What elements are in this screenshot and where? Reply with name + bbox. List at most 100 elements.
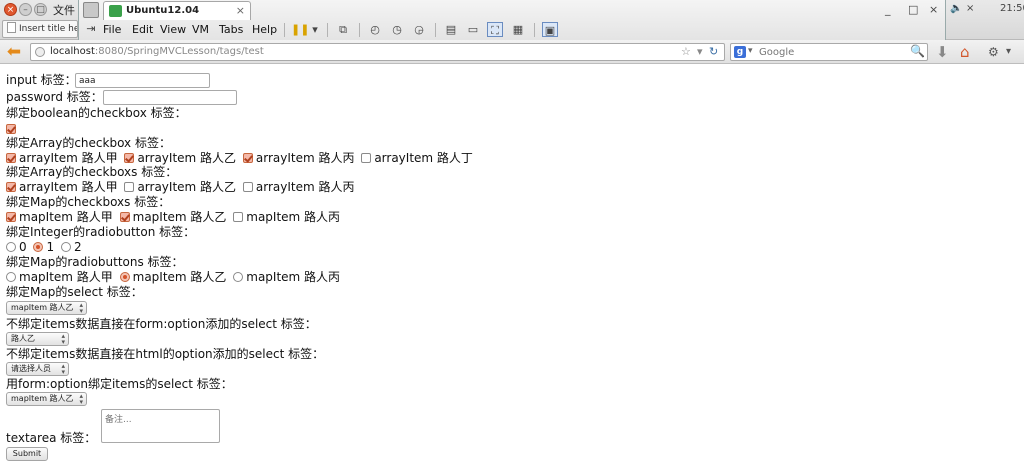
site-identity-icon[interactable] <box>35 47 45 57</box>
address-bar[interactable]: localhost:8080/SpringMVCLesson/tags/test… <box>30 43 725 61</box>
password-label: password 标签： <box>6 90 103 104</box>
integer-radio-group: 0 1 2 <box>6 240 85 254</box>
array-checkbox-1[interactable] <box>6 153 16 163</box>
option-label: arrayItem 路人乙 <box>137 151 237 165</box>
window-maximize-icon[interactable]: □ <box>34 3 47 16</box>
vm-close-icon[interactable]: × <box>929 3 938 16</box>
map-radio-3[interactable] <box>233 272 244 282</box>
select-arrows-icon: ▴ ▾ <box>79 301 83 315</box>
select-arrows-icon: ▴ ▾ <box>79 392 83 406</box>
option-label: arrayItem 路人甲 <box>19 180 118 194</box>
map-checkboxes-label: 绑定Map的checkboxs 标签： <box>6 195 171 209</box>
history-dropdown-icon[interactable]: ▾ <box>697 45 703 58</box>
map-radio-2[interactable] <box>119 272 130 282</box>
window-close-icon[interactable]: × <box>4 3 17 16</box>
outer-editor-tab[interactable]: Insert title here <box>2 20 78 38</box>
vm-minimize-icon[interactable]: _ <box>885 3 891 16</box>
vm-tabstrip: Ubuntu12.04 × _ □ × <box>79 0 945 20</box>
option-label: arrayItem 路人甲 <box>19 151 118 165</box>
array-checkboxes-label: 绑定Array的checkboxs 标签： <box>6 165 178 179</box>
array-checkboxes-1[interactable] <box>6 182 16 192</box>
document-icon <box>7 22 16 33</box>
vm-tab-close-icon[interactable]: × <box>236 2 245 20</box>
map-radio-1[interactable] <box>6 272 16 282</box>
network-icon[interactable]: ⧉ <box>335 22 351 37</box>
menu-tabs[interactable]: Tabs <box>219 23 243 36</box>
option-select[interactable]: 路人乙 ▴ ▾ <box>6 332 69 346</box>
map-select[interactable]: mapItem 路人乙 ▴ ▾ <box>6 301 87 315</box>
items-option-select[interactable]: mapItem 路人乙 ▴ ▾ <box>6 392 87 406</box>
text-input[interactable] <box>75 73 210 88</box>
array-checkboxes-2[interactable] <box>124 182 135 192</box>
download-icon[interactable]: ⬇ <box>936 43 949 61</box>
html-option-select-label: 不绑定items数据直接在html的option添加的select 标签： <box>6 347 325 361</box>
option-label: mapItem 路人甲 <box>19 210 113 224</box>
select-value: 路人乙 <box>11 334 35 343</box>
map-checkbox-1[interactable] <box>6 212 16 222</box>
google-engine-icon[interactable]: g <box>734 46 746 58</box>
array-checkbox-2[interactable] <box>124 153 135 163</box>
option-label: mapItem 路人丙 <box>246 270 341 284</box>
window-minimize-icon[interactable]: – <box>19 3 32 16</box>
items-option-select-label: 用form:option绑定items的select 标签： <box>6 377 233 391</box>
vm-app-icon[interactable] <box>83 2 99 18</box>
integer-radio-0[interactable] <box>6 242 16 252</box>
menu-help[interactable]: Help <box>252 23 277 36</box>
snapshot-icon[interactable]: ◴ <box>367 22 383 37</box>
tray-icon[interactable]: × <box>966 3 974 14</box>
search-bar[interactable]: g ▾ 🔍 <box>730 43 928 61</box>
notes-textarea[interactable] <box>101 409 220 443</box>
select-arrows-icon: ▴ ▾ <box>61 362 65 376</box>
map-checkboxes-group: mapItem 路人甲 mapItem 路人乙 mapItem 路人丙 <box>6 210 343 224</box>
map-radio-group: mapItem 路人甲 mapItem 路人乙 mapItem 路人丙 <box>6 270 343 284</box>
search-icon[interactable]: 🔍 <box>910 44 925 58</box>
integer-radio-2[interactable] <box>60 242 71 252</box>
bookmark-star-icon[interactable]: ☆ <box>681 45 691 58</box>
fullscreen-icon[interactable]: ⛶ <box>487 22 503 37</box>
array-checkbox-4[interactable] <box>361 153 372 163</box>
search-input[interactable] <box>759 45 909 59</box>
option-label: mapItem 路人甲 <box>19 270 113 284</box>
submit-button[interactable]: Submit <box>6 447 48 461</box>
vm-restore-icon[interactable]: □ <box>908 3 918 16</box>
menu-overflow-icon[interactable]: ▾ <box>1006 43 1011 61</box>
thumbnail-view-icon[interactable]: ▣ <box>542 22 558 37</box>
integer-radio-1[interactable] <box>33 242 44 252</box>
revert-snapshot-icon[interactable]: ◷ <box>389 22 405 37</box>
dropdown-arrow-icon[interactable]: ▾ <box>307 22 323 37</box>
array-checkboxes-3[interactable] <box>242 182 253 192</box>
pause-icon[interactable]: ❚❚ <box>291 22 309 37</box>
unity-view-icon[interactable]: ▦ <box>510 22 526 37</box>
reload-icon[interactable]: ↻ <box>709 45 718 58</box>
snapshot-manager-icon[interactable]: ◶ <box>411 22 427 37</box>
select-value: 请选择人员 <box>11 364 51 373</box>
outer-tab-title: Insert title here <box>19 24 77 34</box>
html-option-select[interactable]: 请选择人员 ▴ ▾ <box>6 362 69 376</box>
array-checkbox-3[interactable] <box>242 153 253 163</box>
toolbar-separator <box>284 23 285 37</box>
option-label: arrayItem 路人丙 <box>255 180 355 194</box>
outer-file-menu[interactable]: 文件 <box>53 2 75 18</box>
back-arrow-icon[interactable]: ⬅ <box>4 43 24 61</box>
engine-dropdown-icon[interactable]: ▾ <box>748 46 753 56</box>
volume-icon[interactable]: 🔈 <box>950 3 962 14</box>
map-checkbox-3[interactable] <box>233 212 244 222</box>
addon-icon[interactable]: ⚙ <box>988 43 999 61</box>
url-text[interactable]: localhost:8080/SpringMVCLesson/tags/test <box>50 46 264 57</box>
menu-edit[interactable]: Edit <box>132 23 153 36</box>
menu-vm[interactable]: VM <box>192 23 209 36</box>
option-label: 0 <box>19 240 27 254</box>
array-checkbox-group: arrayItem 路人甲 arrayItem 路人乙 arrayItem 路人… <box>6 151 476 165</box>
vm-tab[interactable]: Ubuntu12.04 × <box>103 1 251 20</box>
option-label: mapItem 路人丙 <box>246 210 341 224</box>
clock[interactable]: 21:50 <box>1000 3 1024 14</box>
menu-file[interactable]: File <box>103 23 121 36</box>
bool-checkbox[interactable] <box>6 124 16 134</box>
password-input[interactable] <box>103 90 237 105</box>
home-icon[interactable]: ⌂ <box>960 43 970 61</box>
menu-view[interactable]: View <box>160 23 186 36</box>
sidebar-view-icon[interactable]: ▤ <box>443 22 459 37</box>
map-checkbox-2[interactable] <box>119 212 130 222</box>
console-view-icon[interactable]: ▭ <box>465 22 481 37</box>
select-arrows-icon: ▴ ▾ <box>61 332 65 346</box>
